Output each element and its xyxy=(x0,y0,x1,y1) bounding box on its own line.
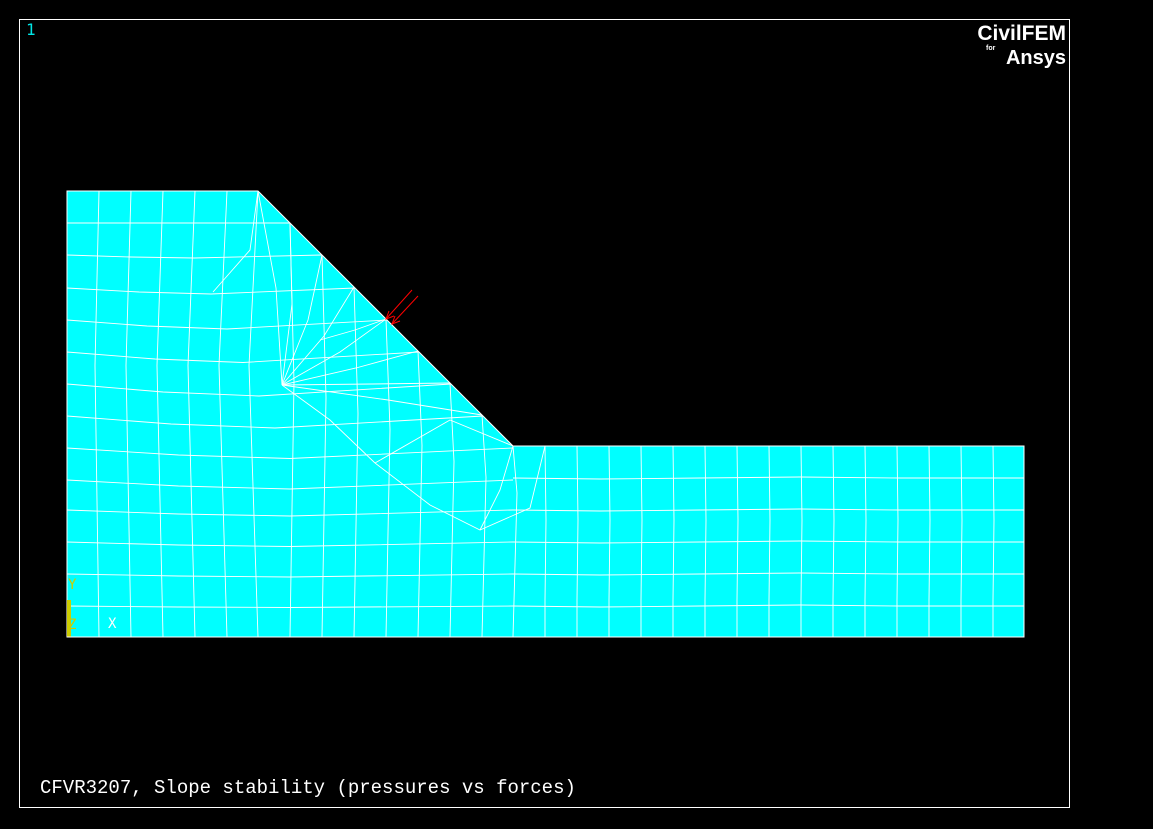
plot-title: CFVR3207, Slope stability (pressures vs … xyxy=(40,777,576,799)
pressure-load-arrows xyxy=(385,289,419,325)
load-arrow-shaft xyxy=(391,295,419,325)
fe-mesh-plot[interactable] xyxy=(0,0,1153,829)
load-arrow-shaft xyxy=(385,289,413,320)
triad-y-label: Y xyxy=(68,577,77,593)
triad-x-label: X xyxy=(108,616,117,632)
triad-z-label: Z xyxy=(68,617,77,633)
